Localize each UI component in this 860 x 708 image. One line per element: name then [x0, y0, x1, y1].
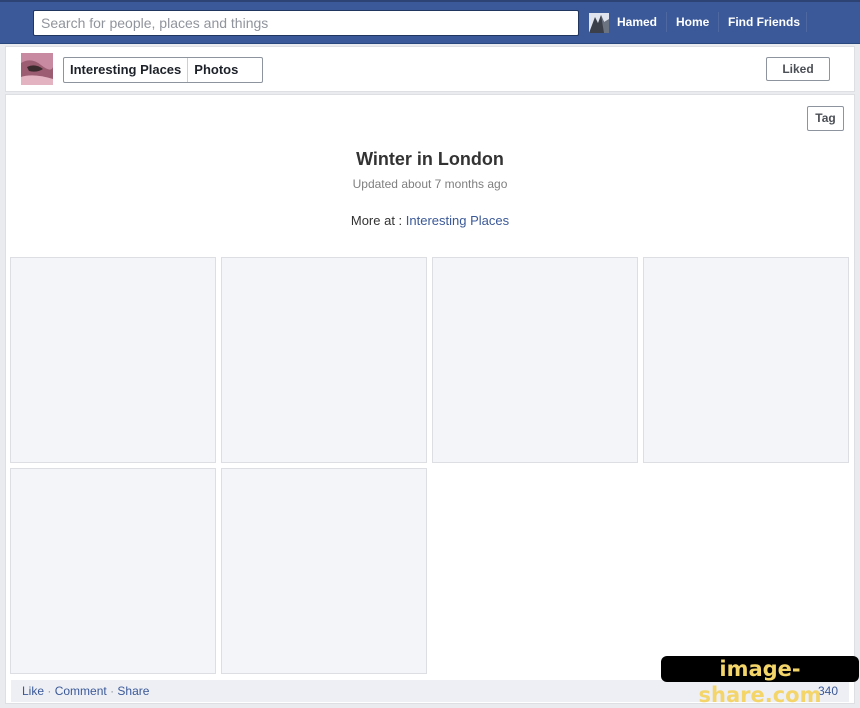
photo-thumbnail[interactable] — [221, 257, 427, 463]
page-profile-picture[interactable] — [21, 53, 53, 85]
album-actions: Like · Comment · Share — [22, 684, 149, 698]
separator-dot: · — [110, 684, 115, 698]
user-avatar-icon[interactable] — [589, 13, 609, 33]
tag-button[interactable]: Tag — [807, 106, 844, 131]
find-friends-link[interactable]: Find Friends — [728, 15, 800, 29]
top-navigation-bar: Hamed Home Find Friends — [0, 0, 860, 44]
tab-photos[interactable]: Photos — [187, 58, 262, 82]
top-strip — [0, 0, 860, 2]
profile-link[interactable]: Hamed — [617, 15, 657, 29]
comment-link[interactable]: Comment — [55, 684, 107, 698]
nav-divider — [666, 12, 667, 32]
photo-thumbnail[interactable] — [643, 257, 849, 463]
separator-dot: · — [47, 684, 52, 698]
watermark-logo: image-share.com — [661, 656, 859, 707]
album-more-at: More at : Interesting Places — [6, 213, 854, 228]
page-tabs: Interesting Places Photos — [63, 57, 264, 83]
photo-thumbnail[interactable] — [10, 257, 216, 463]
nav-divider — [806, 12, 807, 32]
home-link[interactable]: Home — [676, 15, 709, 29]
tab-interesting-places[interactable]: Interesting Places — [64, 58, 187, 82]
liked-button[interactable]: Liked — [766, 57, 830, 81]
album-title: Winter in London — [356, 149, 504, 169]
photo-thumbnail[interactable] — [221, 468, 427, 674]
page-header-bar: Interesting Places Photos Liked — [5, 46, 855, 92]
like-link[interactable]: Like — [22, 684, 44, 698]
nav-divider — [718, 12, 719, 32]
more-at-prefix: More at : — [350, 213, 403, 228]
search-box[interactable] — [33, 10, 579, 36]
album-panel: Tag Winter in London Updated about 7 mon… — [5, 94, 855, 704]
photo-thumbnail[interactable] — [432, 257, 638, 463]
photo-thumbnail[interactable] — [10, 468, 216, 674]
album-updated-time: Updated about 7 months ago — [352, 177, 508, 191]
search-input[interactable] — [34, 11, 578, 35]
more-at-link[interactable]: Interesting Places — [406, 213, 509, 228]
share-link[interactable]: Share — [117, 684, 149, 698]
